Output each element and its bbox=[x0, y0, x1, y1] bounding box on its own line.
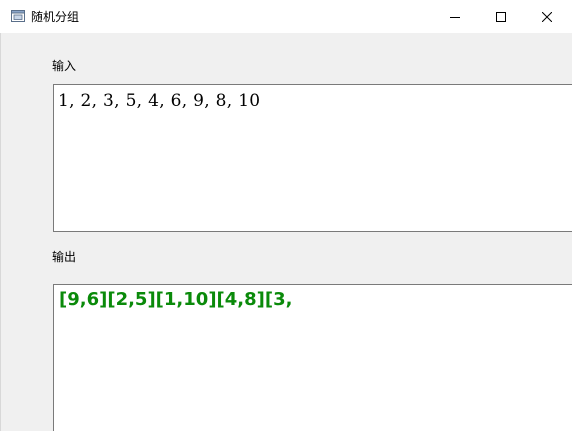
close-button[interactable] bbox=[524, 0, 570, 33]
minimize-icon bbox=[450, 16, 460, 18]
input-textbox[interactable]: 1, 2, 3, 5, 4, 6, 9, 8, 10 bbox=[53, 84, 572, 232]
window-app-icon bbox=[11, 10, 25, 22]
input-label: 输入 bbox=[52, 59, 77, 73]
output-text[interactable]: [9,6][2,5][1,10][4,8][3, bbox=[59, 289, 292, 310]
minimize-button[interactable] bbox=[432, 0, 478, 33]
title-bar[interactable]: 随机分组 bbox=[0, 0, 572, 33]
maximize-button[interactable] bbox=[478, 0, 524, 33]
close-icon bbox=[542, 11, 552, 22]
app-window: 随机分组 输入 1, 2, 3, 5, 4, 6, 9, 8, 10 输出 [9… bbox=[0, 0, 572, 431]
window-title: 随机分组 bbox=[31, 10, 80, 24]
output-textbox[interactable]: [9,6][2,5][1,10][4,8][3, bbox=[53, 284, 572, 431]
maximize-icon bbox=[496, 11, 506, 22]
output-label: 输出 bbox=[52, 250, 77, 264]
input-text[interactable]: 1, 2, 3, 5, 4, 6, 9, 8, 10 bbox=[58, 91, 260, 111]
